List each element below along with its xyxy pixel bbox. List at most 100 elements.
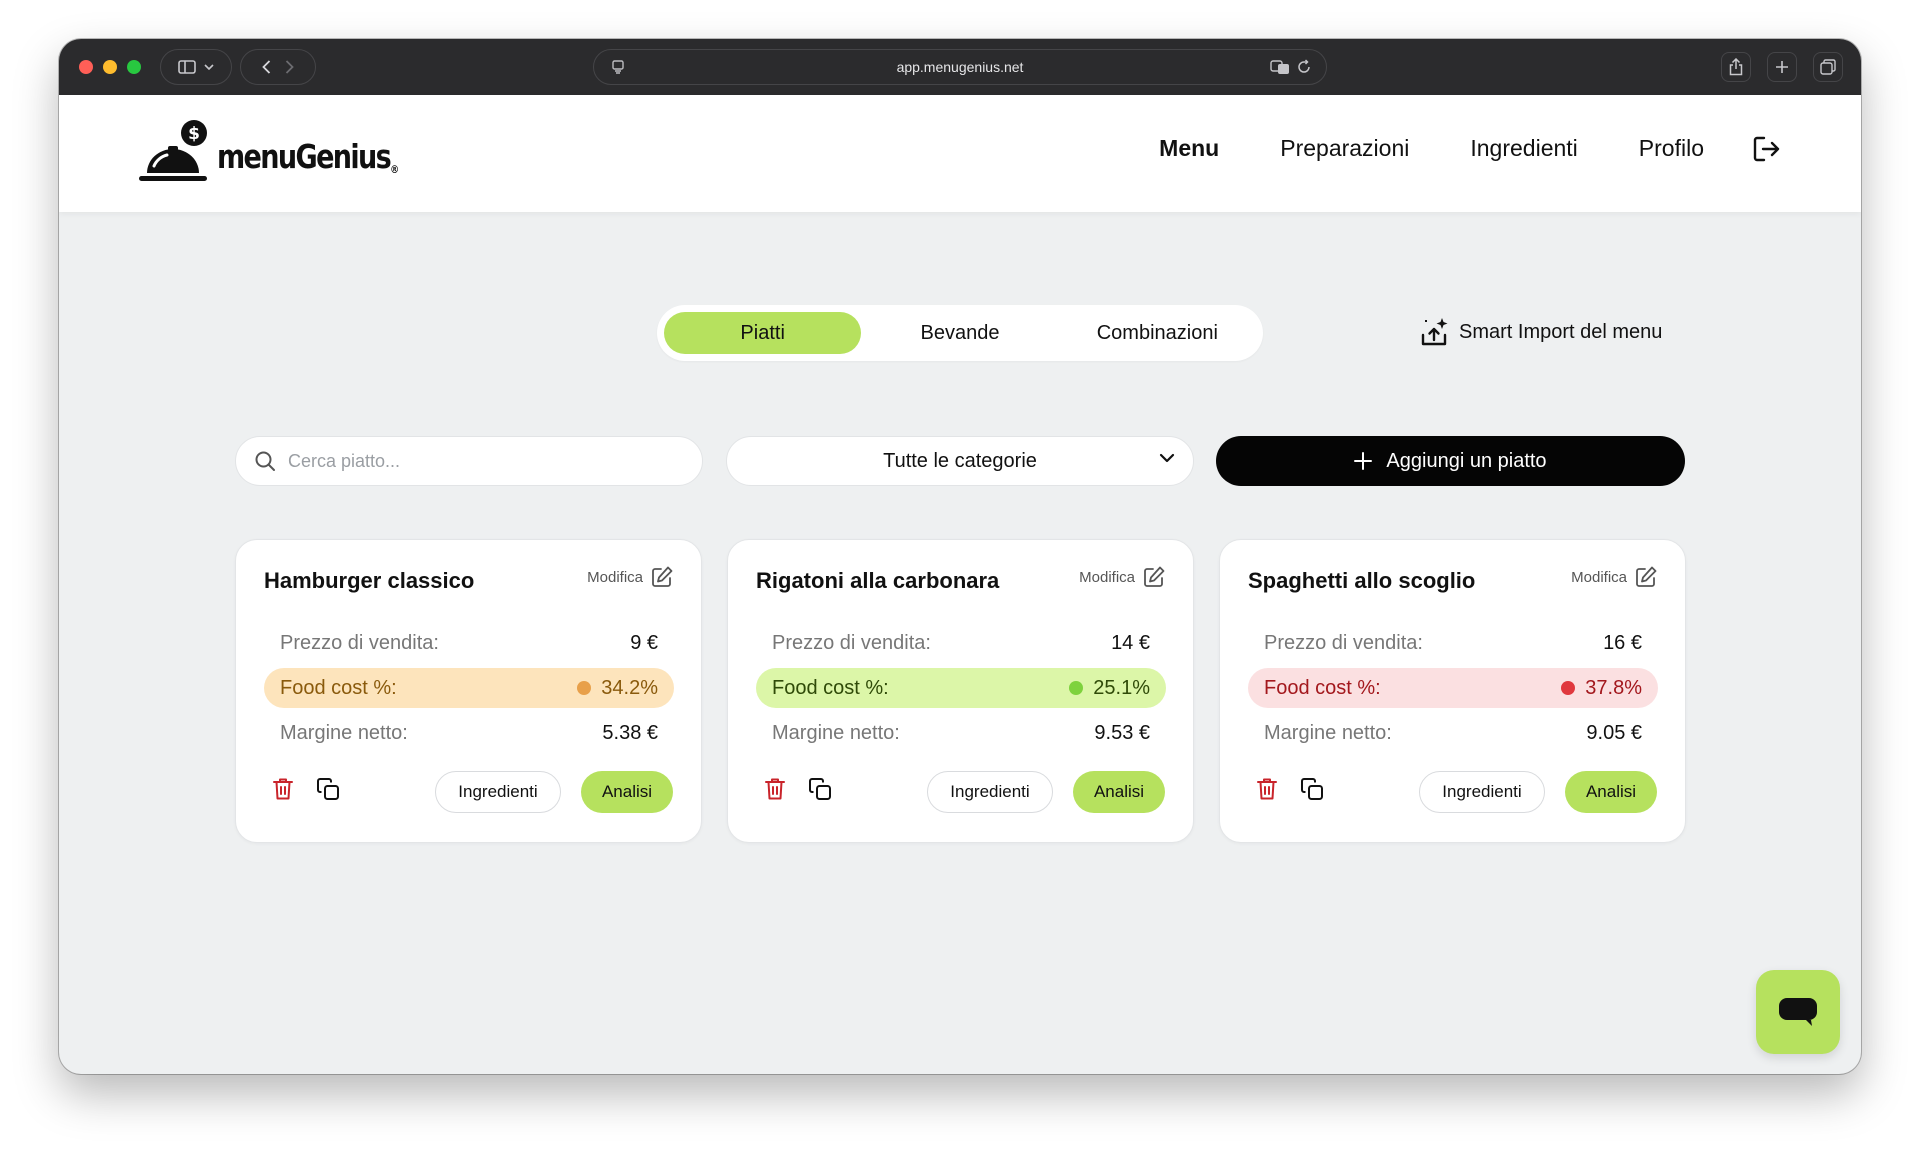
card-actions: Ingredienti Analisi	[1248, 771, 1657, 813]
duplicate-dish-button[interactable]	[808, 777, 832, 806]
browser-window: app.menugenius.net $ menuGenius® Menu Pr…	[59, 39, 1861, 1074]
translate-icon[interactable]	[1270, 59, 1290, 75]
nav-ingredienti[interactable]: Ingredienti	[1470, 135, 1577, 162]
search-input[interactable]	[288, 450, 668, 472]
edit-label: Modifica	[1571, 568, 1627, 586]
food-cost-row: Food cost %: 34.2%	[264, 668, 674, 708]
address-bar[interactable]: app.menugenius.net	[593, 49, 1327, 85]
margin-row: Margine netto: 5.38 €	[264, 713, 674, 753]
food-cost-percent: 37.8%	[1585, 676, 1642, 699]
copy-icon	[809, 778, 831, 800]
delete-dish-button[interactable]	[272, 777, 294, 806]
edit-label: Modifica	[587, 568, 643, 586]
trash-icon	[1257, 778, 1277, 800]
edit-icon	[1636, 566, 1657, 587]
margin-label: Margine netto:	[772, 721, 900, 744]
edit-dish-button[interactable]: Modifica	[1571, 566, 1657, 588]
cloche-dollar-icon: $	[139, 120, 207, 181]
price-value: 14 €	[1111, 631, 1150, 654]
share-icon	[1729, 58, 1743, 76]
share-button[interactable]	[1721, 52, 1751, 82]
forward-icon[interactable]	[285, 60, 294, 74]
history-nav	[240, 49, 316, 85]
category-select-value: Tutte le categorie	[883, 449, 1037, 472]
card-actions: Ingredienti Analisi	[264, 771, 673, 813]
nav-profilo[interactable]: Profilo	[1639, 135, 1704, 162]
duplicate-dish-button[interactable]	[1300, 777, 1324, 806]
trash-icon	[765, 778, 785, 800]
ingredients-button[interactable]: Ingredienti	[927, 771, 1053, 813]
zoom-window-button[interactable]	[127, 60, 141, 74]
food-cost-label: Food cost %:	[280, 676, 397, 699]
price-row: Prezzo di vendita: 14 €	[756, 623, 1166, 663]
tab-combinazioni[interactable]: Combinazioni	[1059, 312, 1256, 354]
search-icon	[255, 451, 275, 471]
page-settings-icon[interactable]	[610, 59, 626, 75]
logout-button[interactable]	[1753, 136, 1781, 162]
close-window-button[interactable]	[79, 60, 93, 74]
tab-piatti[interactable]: Piatti	[664, 312, 862, 354]
price-row: Prezzo di vendita: 16 €	[1248, 623, 1658, 663]
brand-logo[interactable]: $ menuGenius®	[137, 119, 439, 185]
analysis-button[interactable]: Analisi	[581, 771, 673, 813]
price-value: 16 €	[1603, 631, 1642, 654]
chat-widget-button[interactable]	[1756, 970, 1840, 1054]
analysis-button[interactable]: Analisi	[1073, 771, 1165, 813]
plus-icon	[1776, 61, 1788, 73]
food-cost-value: 25.1%	[1069, 677, 1150, 700]
nav-preparazioni[interactable]: Preparazioni	[1280, 135, 1409, 162]
food-cost-percent: 25.1%	[1093, 676, 1150, 699]
margin-value: 9.53 €	[1094, 721, 1150, 744]
chevron-down-icon	[1159, 453, 1175, 463]
smart-import-label: Smart Import del menu	[1459, 320, 1663, 343]
dish-card: Rigatoni alla carbonara Modifica Prezzo …	[727, 539, 1194, 843]
edit-icon	[652, 566, 673, 587]
food-cost-label: Food cost %:	[772, 676, 889, 699]
add-dish-button[interactable]: Aggiungi un piatto	[1216, 436, 1685, 486]
margin-row: Margine netto: 9.05 €	[1248, 713, 1658, 753]
dish-name: Hamburger classico	[264, 568, 475, 593]
add-dish-label: Aggiungi un piatto	[1386, 449, 1547, 472]
price-label: Prezzo di vendita:	[280, 631, 439, 654]
window-controls	[79, 60, 141, 74]
category-tabs: Piatti Bevande Combinazioni	[657, 305, 1263, 361]
food-cost-row: Food cost %: 37.8%	[1248, 668, 1658, 708]
food-cost-value: 34.2%	[577, 677, 658, 700]
edit-icon	[1144, 566, 1165, 587]
browser-actions	[1721, 52, 1843, 82]
duplicate-dish-button[interactable]	[316, 777, 340, 806]
sidebar-toggle-button[interactable]	[160, 49, 232, 85]
url-text: app.menugenius.net	[896, 59, 1024, 75]
trash-icon	[273, 778, 293, 800]
delete-dish-button[interactable]	[764, 777, 786, 806]
edit-label: Modifica	[1079, 568, 1135, 586]
new-tab-button[interactable]	[1767, 52, 1797, 82]
price-row: Prezzo di vendita: 9 €	[264, 623, 674, 663]
main-nav: Menu Preparazioni Ingredienti Profilo	[1159, 135, 1781, 162]
dish-name: Rigatoni alla carbonara	[756, 568, 1000, 593]
back-icon[interactable]	[262, 60, 271, 74]
analysis-button[interactable]: Analisi	[1565, 771, 1657, 813]
price-label: Prezzo di vendita:	[1264, 631, 1423, 654]
search-box[interactable]	[235, 436, 703, 486]
address-actions	[1270, 59, 1312, 75]
status-dot	[577, 681, 592, 695]
smart-import-button[interactable]: Smart Import del menu	[1421, 317, 1662, 347]
category-select[interactable]: Tutte le categorie	[726, 436, 1194, 486]
edit-dish-button[interactable]: Modifica	[1079, 566, 1165, 588]
upload-sparkle-icon	[1421, 318, 1448, 346]
delete-dish-button[interactable]	[1256, 777, 1278, 806]
margin-label: Margine netto:	[280, 721, 408, 744]
ingredients-button[interactable]: Ingredienti	[1419, 771, 1545, 813]
price-value: 9 €	[630, 631, 658, 654]
tab-bevande[interactable]: Bevande	[861, 312, 1058, 354]
edit-dish-button[interactable]: Modifica	[587, 566, 673, 588]
dish-card: Spaghetti allo scoglio Modifica Prezzo d…	[1219, 539, 1686, 843]
ingredients-button[interactable]: Ingredienti	[435, 771, 561, 813]
plus-icon	[1354, 452, 1373, 470]
reload-icon[interactable]	[1296, 59, 1312, 75]
dish-card: Hamburger classico Modifica Prezzo di ve…	[235, 539, 702, 843]
nav-menu[interactable]: Menu	[1159, 135, 1219, 162]
minimize-window-button[interactable]	[103, 60, 117, 74]
tab-overview-button[interactable]	[1813, 52, 1843, 82]
